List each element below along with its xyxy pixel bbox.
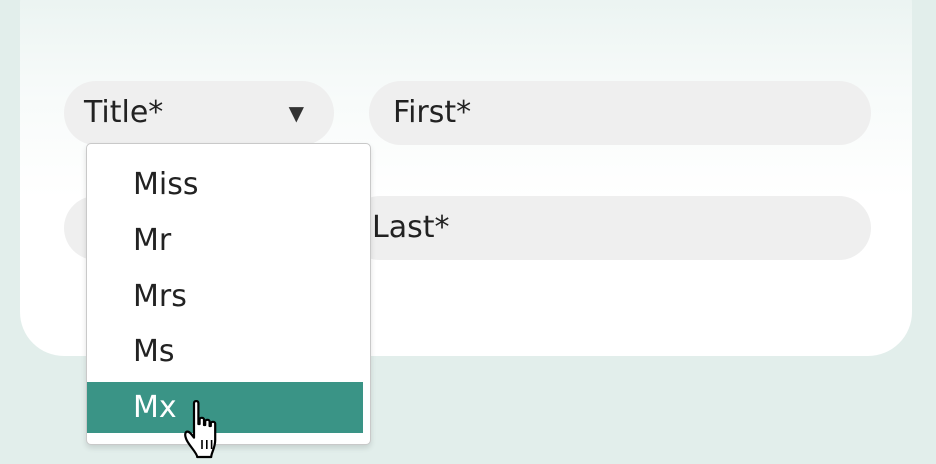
dropdown-option-mrs[interactable]: Mrs [87, 271, 363, 322]
dropdown-option-miss[interactable]: Miss [87, 159, 363, 210]
first-name-field[interactable]: First* [369, 81, 871, 145]
title-dropdown-menu: Miss Mr Mrs Ms Mx [86, 143, 371, 445]
title-select-label: Title* [84, 95, 164, 130]
title-select[interactable]: Title* ▼ [64, 81, 334, 145]
last-name-placeholder: Last* [372, 210, 450, 245]
first-name-placeholder: First* [393, 95, 472, 130]
last-name-field[interactable]: Last* [348, 196, 871, 260]
dropdown-option-mr[interactable]: Mr [87, 215, 363, 266]
dropdown-option-ms[interactable]: Ms [87, 326, 363, 377]
hand-pointer-icon [184, 399, 217, 459]
triangle-down-icon[interactable]: ▼ [289, 81, 304, 145]
